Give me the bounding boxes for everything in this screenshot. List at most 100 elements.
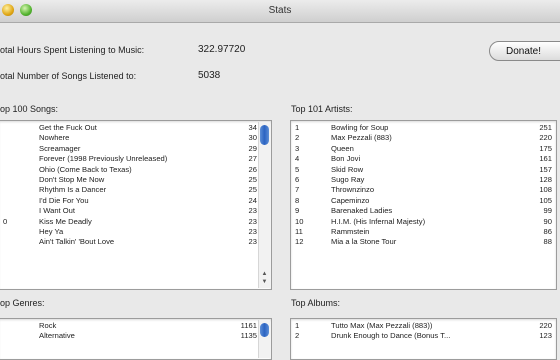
row-name: Screamager <box>39 143 81 153</box>
top-genres-list[interactable]: Rock 1161 Alternative 1135 <box>0 318 272 360</box>
donate-button[interactable]: Donate! <box>489 41 560 61</box>
songs-scroll-arrows[interactable]: ▲ ▼ <box>260 270 269 286</box>
genres-scrollbar[interactable] <box>258 320 270 358</box>
row-count: 108 <box>539 185 552 195</box>
list-row[interactable]: 2 Max Pezzali (883) 220 <box>291 133 556 143</box>
top-songs-label: op 100 Songs: <box>0 104 59 114</box>
list-row[interactable]: 4 Bon Jovi 161 <box>291 154 556 164</box>
list-row[interactable]: Alternative 1135 <box>0 331 271 341</box>
row-count: 123 <box>539 331 552 341</box>
row-num: 11 <box>295 226 303 236</box>
list-row[interactable]: 9 Barenaked Ladies 99 <box>291 206 556 216</box>
top-albums-list[interactable]: 1 Tutto Max (Max Pezzali (883)) 220 2 Drunk … <box>290 318 557 360</box>
row-num: 2 <box>295 133 300 143</box>
row-name: Ain't Talkin' 'Bout Love <box>39 237 115 247</box>
row-name: Hey Ya <box>39 226 64 236</box>
top-artists-list[interactable]: 1 Bowling for Soup 251 2 Max Pezzali (883) 22… <box>290 120 557 290</box>
window-titlebar: Stats <box>0 0 560 23</box>
list-row[interactable]: Ohio (Come Back to Texas) 26 <box>0 165 271 175</box>
row-name: H.I.M. (His Infernal Majesty) <box>331 216 426 226</box>
row-num: 5 <box>295 164 300 174</box>
row-count: 128 <box>539 174 552 184</box>
row-name: Forever (1998 Previously Unreleased) <box>39 154 168 164</box>
row-name: Tutto Max (Max Pezzali (883)) <box>331 321 433 330</box>
row-count: 157 <box>539 164 552 174</box>
row-name: Drunk Enough to Dance (Bonus T... <box>331 331 451 341</box>
row-name: Rammstein <box>331 226 370 236</box>
row-num: 6 <box>295 174 300 184</box>
row-num: 12 <box>295 237 304 247</box>
row-count: 99 <box>543 206 552 216</box>
row-count: 23 <box>248 226 257 236</box>
row-name: I Want Out <box>39 206 76 216</box>
row-count: 27 <box>248 154 257 164</box>
row-count: 251 <box>539 123 552 132</box>
list-row[interactable]: Ain't Talkin' 'Bout Love 23 <box>0 237 271 247</box>
list-row[interactable]: 0 Kiss Me Deadly 23 <box>0 217 271 227</box>
row-count: 23 <box>248 206 257 216</box>
row-count: 23 <box>248 216 257 226</box>
row-num: 1 <box>295 123 300 132</box>
songs-scroll-thumb[interactable] <box>260 125 269 145</box>
row-num: 9 <box>295 206 300 216</box>
row-name: Bon Jovi <box>331 154 361 164</box>
row-count: 86 <box>543 226 552 236</box>
list-row[interactable]: Get the Fuck Out 34 <box>0 121 271 133</box>
list-row[interactable]: Hey Ya 23 <box>0 227 271 237</box>
list-row[interactable]: Nowhere 30 <box>0 133 271 143</box>
list-row[interactable]: 2 Drunk Enough to Dance (Bonus T... 123 <box>291 331 556 341</box>
list-row[interactable]: Screamager 29 <box>0 144 271 154</box>
list-row[interactable]: I'd Die For You 24 <box>0 196 271 206</box>
list-row[interactable]: 1 Bowling for Soup 251 <box>291 121 556 133</box>
row-num: 2 <box>295 331 300 341</box>
songs-scrollbar[interactable]: ▲ ▼ <box>258 122 270 288</box>
row-num: 10 <box>295 216 304 226</box>
list-row[interactable]: 3 Queen 175 <box>291 144 556 154</box>
row-name: Ohio (Come Back to Texas) <box>39 164 132 174</box>
row-num: 1 <box>295 321 300 330</box>
list-row[interactable]: 5 Skid Row 157 <box>291 165 556 175</box>
row-name: Nowhere <box>39 133 70 143</box>
row-name: Alternative <box>39 331 75 341</box>
list-row[interactable]: I Want Out 23 <box>0 206 271 216</box>
row-name: Skid Row <box>331 164 364 174</box>
list-row[interactable]: 11 Rammstein 86 <box>291 227 556 237</box>
row-count: 161 <box>539 154 552 164</box>
row-num: 3 <box>295 143 300 153</box>
list-row[interactable]: Don't Stop Me Now 25 <box>0 175 271 185</box>
row-num: 8 <box>295 195 300 205</box>
list-row[interactable]: Rock 1161 <box>0 319 271 331</box>
top-artists-label: Top 101 Artists: <box>291 104 353 114</box>
row-name: Thrownzinzo <box>331 185 375 195</box>
row-name: Rhythm Is a Dancer <box>39 185 107 195</box>
row-name: Sugo Ray <box>331 174 365 184</box>
row-count: 220 <box>539 133 552 143</box>
row-count: 88 <box>543 237 552 247</box>
list-row[interactable]: Forever (1998 Previously Unreleased) 27 <box>0 154 271 164</box>
list-row[interactable]: 1 Tutto Max (Max Pezzali (883)) 220 <box>291 319 556 331</box>
row-name: Kiss Me Deadly <box>39 216 92 226</box>
list-row[interactable]: Rhythm Is a Dancer 25 <box>0 185 271 195</box>
row-count: 29 <box>248 143 257 153</box>
row-num: 0 <box>3 216 8 226</box>
list-row[interactable]: 10 H.I.M. (His Infernal Majesty) 90 <box>291 217 556 227</box>
row-count: 25 <box>248 185 257 195</box>
row-num: 4 <box>295 154 300 164</box>
row-name: Don't Stop Me Now <box>39 174 105 184</box>
list-row[interactable]: 8 Capeminzo 105 <box>291 196 556 206</box>
list-row[interactable]: 6 Sugo Ray 128 <box>291 175 556 185</box>
top-songs-list[interactable]: Get the Fuck Out 34 Nowhere 30 Screamager 29 F… <box>0 120 272 290</box>
row-count: 25 <box>248 174 257 184</box>
list-row[interactable]: 12 Mia a la Stone Tour 88 <box>291 237 556 247</box>
genres-scroll-thumb[interactable] <box>260 323 269 337</box>
list-row[interactable]: 7 Thrownzinzo 108 <box>291 185 556 195</box>
window-title: Stats <box>268 5 292 16</box>
hours-value: 322.97720 <box>198 44 246 55</box>
hours-label: otal Hours Spent Listening to Music: <box>0 45 145 55</box>
row-name: Max Pezzali (883) <box>331 133 392 143</box>
row-num: 7 <box>295 185 300 195</box>
row-count: 23 <box>248 237 257 247</box>
row-count: 26 <box>248 164 257 174</box>
row-count: 220 <box>539 321 552 330</box>
row-name: I'd Die For You <box>39 195 89 205</box>
